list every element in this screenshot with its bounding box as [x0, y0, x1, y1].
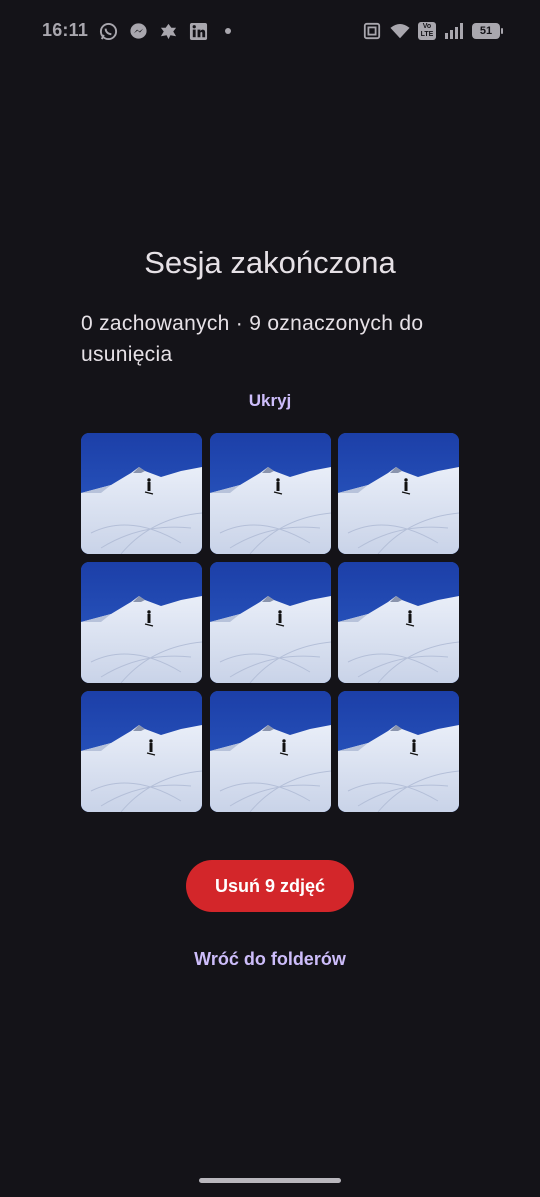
photo-thumbnail[interactable] — [338, 433, 459, 554]
photo-thumbnail[interactable] — [81, 433, 202, 554]
hide-button[interactable]: Ukryj — [0, 391, 540, 411]
volte-top-label: Vo — [422, 23, 432, 30]
signal-icon — [444, 21, 464, 41]
photo-thumbnail[interactable] — [209, 691, 331, 812]
battery-icon: 51 — [472, 23, 503, 39]
more-dot-icon — [218, 21, 238, 41]
photo-thumbnail[interactable] — [338, 691, 459, 812]
page-title: Sesja zakończona — [144, 245, 396, 280]
status-bar: 16:11 Vo LTE 51 — [0, 0, 540, 62]
photo-thumbnail[interactable] — [338, 562, 459, 683]
session-summary: 0 zachowanych · 9 oznaczonych do usunięc… — [81, 312, 424, 366]
notification-icons — [98, 21, 238, 41]
photo-thumbnail[interactable] — [81, 562, 202, 683]
volte-bottom-label: LTE — [420, 31, 434, 38]
delete-photos-button[interactable]: Usuń 9 zdjęć — [186, 860, 354, 912]
photo-thumbnail[interactable] — [209, 433, 331, 554]
home-indicator[interactable] — [199, 1178, 341, 1183]
nfc-icon — [362, 21, 382, 41]
back-to-folders-button[interactable]: Wróć do folderów — [0, 949, 540, 970]
messenger-icon — [128, 21, 148, 41]
app-notification-icon — [158, 21, 178, 41]
system-icons: Vo LTE 51 — [362, 21, 503, 41]
linkedin-icon — [188, 21, 208, 41]
whatsapp-icon — [98, 21, 118, 41]
status-time: 16:11 — [42, 20, 89, 40]
photo-thumbnail[interactable] — [209, 562, 331, 683]
photo-grid — [81, 433, 459, 812]
photo-thumbnail[interactable] — [81, 691, 202, 812]
battery-level: 51 — [479, 25, 493, 37]
volte-icon: Vo LTE — [418, 22, 436, 40]
wifi-icon — [390, 21, 410, 41]
